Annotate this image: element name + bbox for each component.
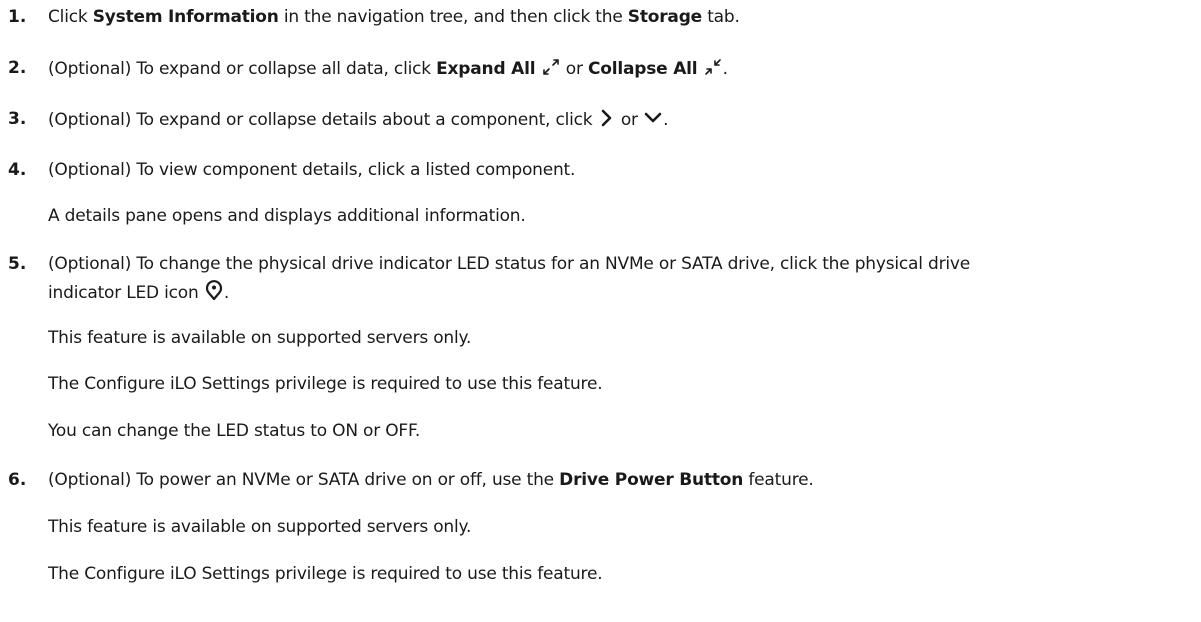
step-number: 5. bbox=[8, 254, 27, 274]
collapse-all-icon bbox=[703, 57, 723, 77]
chevron-right-icon bbox=[598, 108, 616, 128]
led-indicator-icon bbox=[204, 279, 224, 301]
step-text-continued: indicator LED icon . bbox=[48, 279, 229, 304]
expand-all-icon bbox=[541, 57, 561, 77]
chevron-down-icon bbox=[643, 108, 663, 128]
ui-term-storage: Storage bbox=[627, 7, 703, 27]
step-text: (Optional) To power an NVMe or SATA driv… bbox=[48, 470, 814, 490]
step-note: This feature is available on supported s… bbox=[48, 517, 472, 537]
step-number: 2. bbox=[8, 58, 27, 78]
step-text: (Optional) To expand or collapse details… bbox=[48, 108, 669, 130]
procedure-document: 1. Click System Information in the navig… bbox=[0, 0, 1201, 622]
ui-term-system-information: System Information bbox=[92, 7, 279, 27]
step-note: The Configure iLO Settings privilege is … bbox=[48, 564, 603, 584]
step-note: The Configure iLO Settings privilege is … bbox=[48, 374, 603, 394]
step-number: 4. bbox=[8, 160, 27, 180]
step-text: (Optional) To view component details, cl… bbox=[48, 160, 576, 180]
step-text: (Optional) To change the physical drive … bbox=[48, 254, 971, 274]
step-note: You can change the LED status to ON or O… bbox=[48, 421, 421, 441]
step-text: (Optional) To expand or collapse all dat… bbox=[48, 57, 728, 79]
step-text: Click System Information in the navigati… bbox=[48, 7, 740, 27]
step-number: 1. bbox=[8, 7, 27, 27]
step-note: A details pane opens and displays additi… bbox=[48, 206, 526, 226]
ui-term-drive-power-button: Drive Power Button bbox=[559, 470, 744, 490]
step-number: 6. bbox=[8, 470, 27, 490]
ui-term-expand-all: Expand All bbox=[436, 59, 536, 79]
step-note: This feature is available on supported s… bbox=[48, 328, 472, 348]
step-number: 3. bbox=[8, 109, 27, 129]
ui-term-collapse-all: Collapse All bbox=[587, 59, 698, 79]
